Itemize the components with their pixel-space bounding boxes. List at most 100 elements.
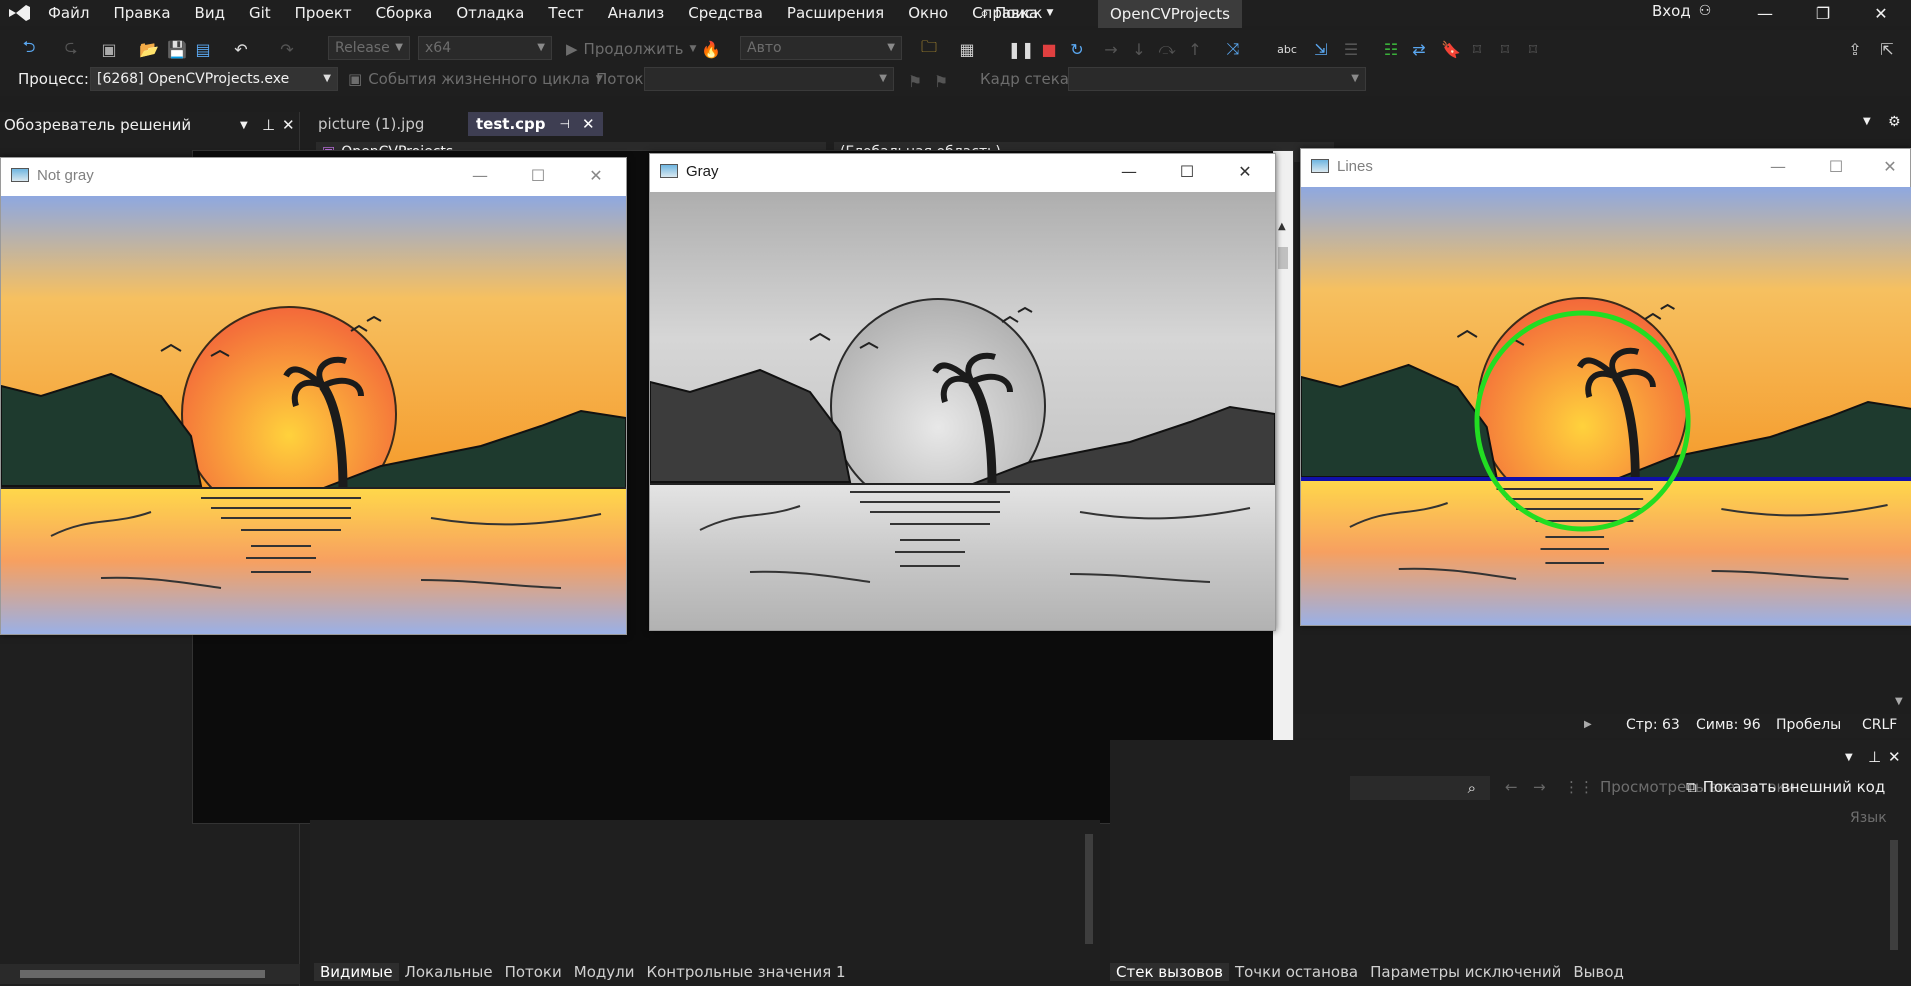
pin-icon[interactable]: ⊣: [560, 117, 570, 131]
thread-select[interactable]: ▼: [644, 67, 894, 91]
scroll-right-icon[interactable]: ▶: [1584, 719, 1592, 730]
menu-debug[interactable]: Отладка: [444, 4, 536, 22]
tab-watch-1[interactable]: Контрольные значения 1: [640, 963, 851, 981]
tab-modules[interactable]: Модули: [568, 963, 641, 981]
bookmark-icon[interactable]: 🔖: [1440, 38, 1462, 60]
redo-icon[interactable]: ↷: [276, 38, 298, 60]
bookmark-prev-icon[interactable]: ⌑: [1466, 38, 1488, 60]
tab-call-stack[interactable]: Стек вызовов: [1110, 963, 1229, 981]
autos-scrollbar[interactable]: [1082, 830, 1096, 958]
show-external-code-button[interactable]: ⧉ Показать внешний код: [1686, 778, 1885, 796]
settings-gear-icon[interactable]: ⚙: [1888, 114, 1901, 130]
horizontal-scrollbar[interactable]: [0, 964, 300, 984]
uncomment-icon[interactable]: ⇄: [1408, 38, 1430, 60]
menu-extensions[interactable]: Расширения: [775, 4, 896, 22]
menu-tools[interactable]: Средства: [676, 4, 775, 22]
whitespace-indicator[interactable]: Пробелы: [1776, 717, 1841, 733]
visual-studio-logo-icon[interactable]: [6, 3, 32, 23]
restart-icon[interactable]: ↻: [1066, 38, 1088, 60]
pin-icon[interactable]: ⊥: [1868, 748, 1881, 766]
step-over-icon[interactable]: ⤼: [1156, 38, 1178, 60]
configuration-select[interactable]: Release ▼: [328, 36, 410, 60]
close-button[interactable]: ✕: [573, 158, 619, 192]
tab-close-icon[interactable]: ✕: [582, 115, 595, 133]
continue-button[interactable]: ▶ Продолжить ▼: [566, 38, 696, 60]
tab-test-cpp[interactable]: test.cpp ⊣ ✕: [468, 112, 603, 136]
save-all-icon[interactable]: ▤: [192, 38, 214, 60]
menu-git[interactable]: Git: [237, 4, 283, 22]
opencv-window-gray[interactable]: Gray — ☐ ✕: [649, 153, 1276, 631]
menu-build[interactable]: Сборка: [364, 4, 445, 22]
flag-icon[interactable]: ⚑: [904, 70, 926, 92]
tab-list-icon[interactable]: ▼: [1863, 116, 1871, 127]
login-button[interactable]: Вход ⚇: [1652, 0, 1711, 22]
save-icon[interactable]: 💾: [166, 38, 188, 60]
feedback-icon[interactable]: ⇱: [1876, 38, 1898, 60]
tab-threads[interactable]: Потоки: [499, 963, 568, 981]
tab-locals[interactable]: Локальные: [399, 963, 499, 981]
process-select[interactable]: [6268] OpenCVProjects.exe ▼: [90, 67, 338, 91]
bookmark-next-icon[interactable]: ⌑: [1494, 38, 1516, 60]
maximize-button[interactable]: ☐: [1813, 149, 1859, 183]
hot-reload-icon[interactable]: 🔥: [700, 38, 722, 60]
menu-test[interactable]: Тест: [536, 4, 595, 22]
menu-edit[interactable]: Правка: [101, 4, 182, 22]
spellcheck-icon[interactable]: abc: [1276, 38, 1298, 60]
diagnostics-icon[interactable]: ⤨: [1222, 38, 1244, 60]
tab-output[interactable]: Вывод: [1567, 963, 1630, 981]
stop-icon[interactable]: ■: [1038, 38, 1060, 60]
menu-project[interactable]: Проект: [283, 4, 364, 22]
close-button[interactable]: ✕: [1858, 0, 1904, 26]
tab-exception-settings[interactable]: Параметры исключений: [1364, 963, 1567, 981]
tab-autos[interactable]: Видимые: [314, 963, 399, 981]
search-box[interactable]: ⌕ Поиск ▼: [980, 0, 1053, 26]
maximize-button[interactable]: ☐: [1164, 154, 1210, 188]
eol-indicator[interactable]: CRLF: [1862, 717, 1897, 733]
call-stack-search[interactable]: ⌕: [1350, 776, 1490, 800]
step-into-icon[interactable]: ↓: [1128, 38, 1150, 60]
column-indicator[interactable]: Симв: 96: [1696, 717, 1761, 733]
platform-select[interactable]: x64 ▼: [418, 36, 552, 60]
comment-icon[interactable]: ☷: [1380, 38, 1402, 60]
pin-icon[interactable]: ⊥: [262, 116, 275, 134]
menu-view[interactable]: Вид: [183, 4, 237, 22]
call-stack-scrollbar[interactable]: [1887, 830, 1901, 970]
menu-window[interactable]: Окно: [896, 4, 960, 22]
close-button[interactable]: ✕: [1222, 154, 1268, 188]
bookmark-clear-icon[interactable]: ⌑: [1522, 38, 1544, 60]
share-icon[interactable]: ⇪: [1844, 38, 1866, 60]
outline-icon[interactable]: ☰: [1340, 38, 1362, 60]
forward-arrow-icon[interactable]: →: [1533, 778, 1546, 796]
tab-breakpoints[interactable]: Точки останова: [1229, 963, 1364, 981]
close-icon[interactable]: ✕: [1888, 748, 1901, 766]
maximize-button[interactable]: ☐: [515, 158, 561, 192]
chevron-down-icon[interactable]: ▼: [1845, 752, 1853, 763]
lifecycle-events-button[interactable]: ▣ События жизненного цикла ▼: [348, 70, 603, 88]
menu-file[interactable]: Файл: [36, 4, 101, 22]
minimize-button[interactable]: —: [1742, 0, 1788, 26]
pause-icon[interactable]: ❚❚: [1008, 38, 1035, 60]
opencv-window-lines[interactable]: Lines — ☐ ✕: [1300, 148, 1911, 626]
forward-icon[interactable]: ⮎: [60, 37, 82, 60]
new-project-icon[interactable]: ▣: [98, 38, 120, 60]
close-icon[interactable]: ✕: [282, 116, 295, 134]
close-button[interactable]: ✕: [1867, 149, 1911, 183]
layout-icon[interactable]: ▦: [956, 38, 978, 60]
back-icon[interactable]: ⮌: [18, 37, 40, 60]
minimize-button[interactable]: —: [1755, 149, 1801, 183]
folder-icon[interactable]: 🗀: [918, 37, 940, 60]
step-out-icon[interactable]: ↑: [1184, 38, 1206, 60]
opencv-window-not-gray[interactable]: Not gray — ☐ ✕: [0, 157, 627, 635]
undo-icon[interactable]: ↶: [230, 38, 252, 60]
breakpoint-icon[interactable]: ⇲: [1310, 38, 1332, 60]
open-folder-icon[interactable]: 📂: [138, 38, 160, 60]
tab-picture[interactable]: picture (1).jpg: [310, 112, 432, 136]
console-scrollbar[interactable]: ▲ ▼: [1273, 151, 1293, 823]
step-next-icon[interactable]: →: [1100, 38, 1122, 60]
menu-analyze[interactable]: Анализ: [596, 4, 677, 22]
back-arrow-icon[interactable]: ←: [1505, 778, 1518, 796]
auto-select[interactable]: Авто ▼: [740, 36, 902, 60]
stack-frame-select[interactable]: ▼: [1068, 67, 1366, 91]
line-indicator[interactable]: Стр: 63: [1626, 717, 1680, 733]
restore-button[interactable]: ❐: [1800, 0, 1846, 26]
